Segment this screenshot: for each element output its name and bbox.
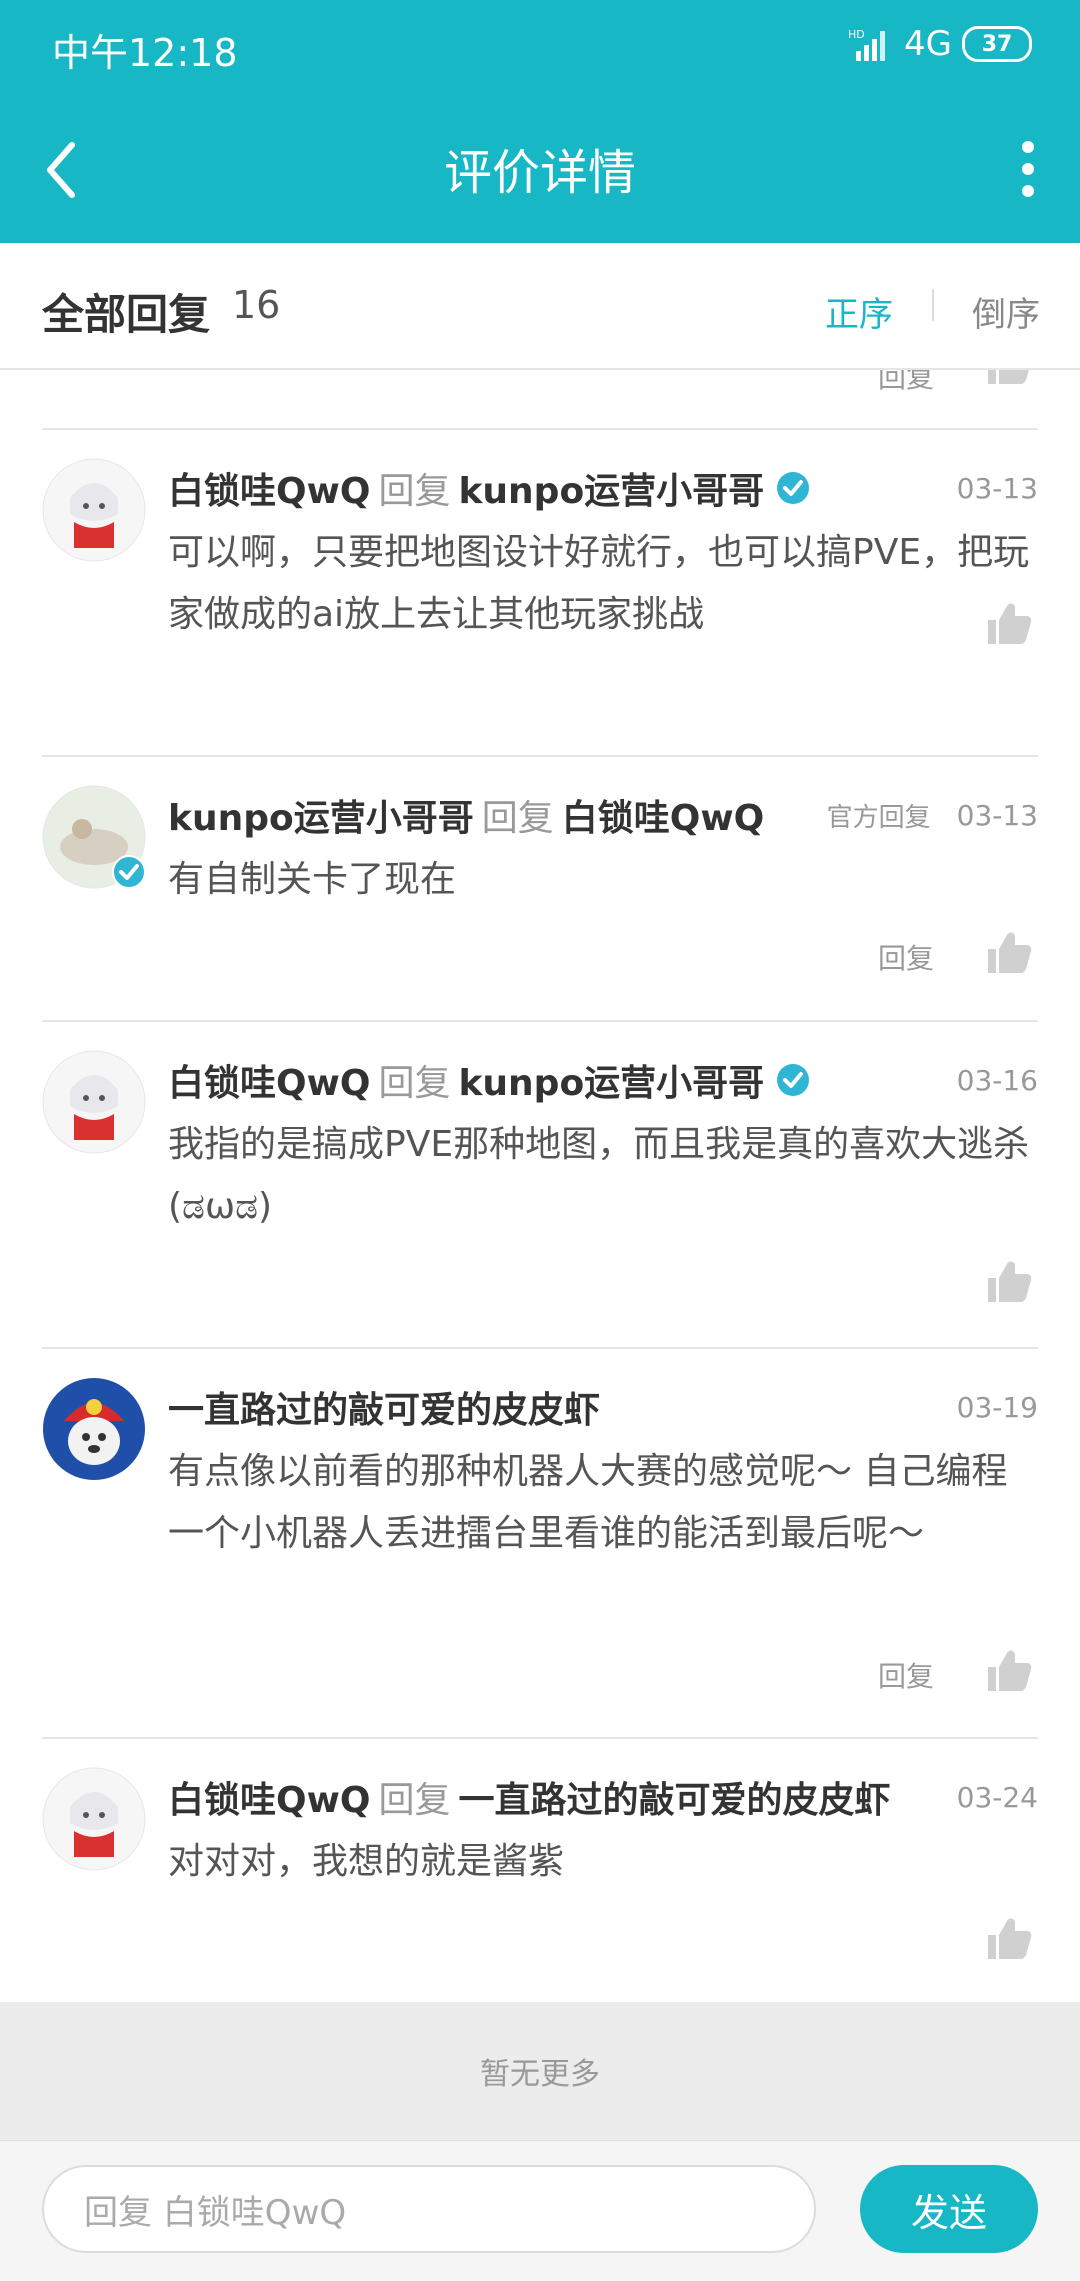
reply-text: 可以啊，只要把地图设计好就行，也可以搞PVE，把玩家做成的ai放上去让其他玩家挑… bbox=[168, 532, 1030, 635]
thumbs-up-icon[interactable] bbox=[984, 600, 1034, 646]
reply-input[interactable]: 回复 白锁哇QwQ bbox=[42, 2165, 816, 2253]
verified-icon bbox=[777, 1064, 810, 1096]
thumbs-up-icon[interactable] bbox=[984, 1258, 1034, 1304]
thumbs-up-icon[interactable] bbox=[984, 1647, 1034, 1693]
send-button[interactable]: 发送 bbox=[860, 2165, 1038, 2253]
anime-avatar-icon bbox=[42, 1767, 146, 1871]
username[interactable]: kunpo运营小哥哥 bbox=[168, 789, 474, 841]
puppy-avatar-icon bbox=[43, 1378, 145, 1480]
verified-icon bbox=[777, 472, 810, 504]
reply-item: kunpo运营小哥哥 回复 白锁哇QwQ 官方回复 03-13 有自制关卡了现在… bbox=[0, 757, 1080, 1019]
reply-target[interactable]: 一直路过的敲可爱的皮皮虾 bbox=[458, 1771, 890, 1823]
avatar[interactable] bbox=[42, 1377, 146, 1481]
reply-target[interactable]: 白锁哇QwQ bbox=[562, 789, 764, 841]
reply-target[interactable]: kunpo运营小哥哥 bbox=[458, 1054, 764, 1106]
page-title: 评价详情 bbox=[443, 145, 636, 201]
reply-button[interactable]: 回复 bbox=[878, 1655, 934, 1695]
avatar[interactable] bbox=[42, 1767, 146, 1871]
reply-word: 回复 bbox=[378, 471, 451, 512]
status-time: 中午12:18 bbox=[52, 31, 238, 75]
reply-text: 我指的是搞成PVE那种地图，而且我是真的喜欢大逃杀(ಡωಡ) bbox=[168, 1124, 1030, 1227]
reply-list: 回复 白锁哇QwQ 回复 kunpo运营小哥哥 03-13 可以啊，只要把地图设… bbox=[0, 370, 1080, 2000]
reply-date: 03-16 bbox=[956, 1063, 1038, 1097]
list-item-partial: 回复 bbox=[0, 370, 1080, 430]
sort-ascending-tab[interactable]: 正序 bbox=[825, 287, 893, 336]
reply-header: 一直路过的敲可爱的皮皮虾 03-19 bbox=[168, 1379, 1038, 1435]
reply-word: 回复 bbox=[378, 1063, 451, 1104]
reply-button[interactable]: 回复 bbox=[878, 370, 934, 396]
reply-header: kunpo运营小哥哥 回复 白锁哇QwQ 官方回复 03-13 bbox=[168, 787, 1038, 843]
network-type: 4G bbox=[904, 24, 952, 64]
replies-header: 全部回复 16 正序 倒序 bbox=[0, 243, 1080, 370]
reply-text: 对对对，我想的就是酱紫 bbox=[168, 1841, 565, 1882]
verified-badge-icon bbox=[112, 855, 146, 889]
official-reply-tag: 官方回复 bbox=[826, 802, 931, 833]
reply-item: 一直路过的敲可爱的皮皮虾 03-19 有点像以前看的那种机器人大赛的感觉呢～ 自… bbox=[0, 1349, 1080, 1737]
reply-input-bar: 回复 白锁哇QwQ 发送 bbox=[0, 2140, 1080, 2281]
sort-divider bbox=[932, 289, 934, 321]
thumbs-up-icon[interactable] bbox=[984, 370, 1034, 386]
reply-item: 白锁哇QwQ 回复 kunpo运营小哥哥 03-13 可以啊，只要把地图设计好就… bbox=[0, 430, 1080, 652]
avatar[interactable] bbox=[42, 1050, 146, 1154]
reply-date: 03-13 bbox=[956, 471, 1038, 505]
reply-header: 白锁哇QwQ 回复 一直路过的敲可爱的皮皮虾 03-24 bbox=[168, 1769, 1038, 1825]
reply-item: 白锁哇QwQ 回复 kunpo运营小哥哥 03-16 我指的是搞成PVE那种地图… bbox=[0, 1022, 1080, 1347]
reply-input-placeholder: 回复 白锁哇QwQ bbox=[84, 2192, 347, 2233]
reply-target[interactable]: kunpo运营小哥哥 bbox=[458, 462, 764, 514]
reply-date: 03-19 bbox=[956, 1390, 1038, 1424]
battery-icon: 37 bbox=[962, 26, 1032, 62]
avatar[interactable] bbox=[42, 458, 146, 562]
app-bar: 评价详情 bbox=[0, 95, 1080, 243]
username[interactable]: 白锁哇QwQ bbox=[168, 1771, 370, 1823]
signal-icon: HD bbox=[848, 28, 886, 61]
reply-item: 白锁哇QwQ 回复 一直路过的敲可爱的皮皮虾 03-24 对对对，我想的就是酱紫 bbox=[0, 1739, 1080, 2000]
no-more-footer: 暂无更多 bbox=[0, 2002, 1080, 2140]
anime-avatar-icon bbox=[42, 1050, 146, 1154]
username[interactable]: 白锁哇QwQ bbox=[168, 462, 370, 514]
reply-count: 16 bbox=[232, 283, 281, 327]
avatar[interactable] bbox=[42, 785, 146, 889]
reply-word: 回复 bbox=[481, 798, 554, 839]
reply-header: 白锁哇QwQ 回复 kunpo运营小哥哥 03-16 bbox=[168, 1052, 1038, 1108]
reply-text: 有自制关卡了现在 bbox=[168, 859, 457, 900]
reply-text: 有点像以前看的那种机器人大赛的感觉呢～ 自己编程一个小机器人丢进擂台里看谁的能活… bbox=[168, 1451, 1008, 1554]
reply-date: 03-13 bbox=[956, 798, 1038, 832]
battery-level: 37 bbox=[981, 31, 1013, 57]
username[interactable]: 一直路过的敲可爱的皮皮虾 bbox=[168, 1381, 600, 1433]
all-replies-label: 全部回复 bbox=[42, 290, 211, 339]
svg-text:HD: HD bbox=[848, 28, 865, 41]
status-bar: 中午12:18 HD 4G 37 bbox=[0, 0, 1080, 95]
no-more-text: 暂无更多 bbox=[480, 2057, 600, 2092]
reply-word: 回复 bbox=[378, 1780, 451, 1821]
more-options-icon[interactable] bbox=[1016, 139, 1040, 199]
reply-date: 03-24 bbox=[956, 1780, 1038, 1814]
reply-button[interactable]: 回复 bbox=[878, 937, 934, 977]
anime-avatar-icon bbox=[42, 458, 146, 562]
sort-descending-tab[interactable]: 倒序 bbox=[972, 287, 1040, 336]
thumbs-up-icon[interactable] bbox=[984, 1915, 1034, 1961]
status-indicators: HD 4G 37 bbox=[848, 24, 1032, 64]
username[interactable]: 白锁哇QwQ bbox=[168, 1054, 370, 1106]
thumbs-up-icon[interactable] bbox=[984, 929, 1034, 975]
reply-header: 白锁哇QwQ 回复 kunpo运营小哥哥 03-13 bbox=[168, 460, 1038, 516]
